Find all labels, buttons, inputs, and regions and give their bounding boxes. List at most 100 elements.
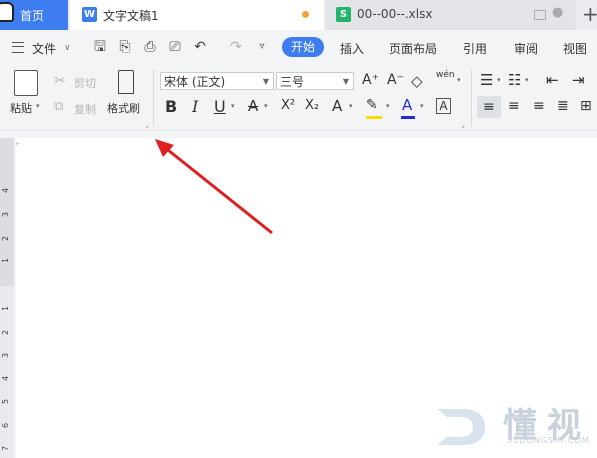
writer-doc-icon: W: [82, 7, 97, 22]
menu-bar: 文件 ∨ 🖫 ⎘ ⎙ ⎚ ↶ ↷ ▿ 开始 插入 页面布局 引用 审阅 视图: [0, 32, 597, 62]
menu-file[interactable]: 文件: [32, 40, 56, 57]
clipboard-launcher-icon[interactable]: ⌟: [145, 120, 149, 129]
ruler-number: 1: [1, 305, 11, 312]
align-left-icon: ≡: [483, 99, 495, 115]
font-size-value: 三号: [280, 75, 305, 89]
font-color-bar: [401, 116, 415, 119]
ruler-number: 2: [1, 235, 11, 242]
chevron-down-icon[interactable]: ▾: [497, 76, 501, 84]
new-tab-button[interactable]: +: [582, 2, 597, 26]
cut-button[interactable]: 剪切: [74, 75, 96, 91]
chevron-down-icon[interactable]: ▾: [349, 102, 353, 110]
chevron-down-icon[interactable]: ▾: [264, 102, 268, 110]
chevron-down-icon[interactable]: ▾: [525, 76, 529, 84]
clear-format-icon[interactable]: ◇: [411, 72, 423, 90]
ruler-number: 2: [1, 329, 11, 336]
font-color-button[interactable]: A: [402, 96, 412, 114]
chevron-down-icon[interactable]: ▾: [386, 102, 390, 110]
chevron-down-icon[interactable]: ▾: [457, 76, 461, 84]
divider: [153, 70, 154, 126]
superscript-button[interactable]: X²: [281, 98, 295, 113]
align-center-icon[interactable]: ≡: [508, 98, 520, 114]
more-arrow-icon[interactable]: ▿: [254, 39, 270, 55]
redo-icon[interactable]: ↷: [228, 39, 244, 55]
strikethrough-button[interactable]: A: [248, 97, 258, 115]
phonetic-guide-button[interactable]: wén: [436, 70, 455, 80]
chevron-down-icon[interactable]: ∨: [64, 43, 71, 53]
copy-button[interactable]: 复制: [74, 101, 96, 117]
text-effect-button[interactable]: A: [332, 97, 342, 115]
font-launcher-icon[interactable]: ⌟: [461, 120, 465, 129]
menu-references[interactable]: 引用: [463, 40, 487, 57]
increase-indent-icon[interactable]: ⇥: [572, 71, 585, 89]
chevron-down-icon: ▼: [342, 77, 349, 86]
ruler-number: 6: [1, 422, 11, 429]
menu-review[interactable]: 审阅: [514, 40, 538, 57]
menu-insert[interactable]: 插入: [340, 40, 364, 57]
spreadsheet-icon: S: [336, 7, 351, 22]
copy-icon[interactable]: ⧉: [54, 99, 63, 114]
ruler-number: 3: [1, 352, 11, 359]
subscript-button[interactable]: X₂: [305, 98, 319, 113]
hand-cursor-icon: [0, 2, 14, 22]
numbered-list-icon[interactable]: ☷: [508, 71, 521, 89]
ruler-number: 3: [1, 211, 11, 218]
decrease-indent-icon[interactable]: ⇤: [546, 71, 559, 89]
margin-corner-icon: ⌜: [16, 142, 20, 151]
tab-home-label: 首页: [20, 9, 45, 23]
clipboard-icon[interactable]: [14, 70, 38, 96]
char-border-button[interactable]: A: [436, 98, 451, 114]
menu-page-layout[interactable]: 页面布局: [389, 40, 437, 57]
shrink-font-button[interactable]: A⁻: [387, 72, 404, 88]
ribbon: 粘贴 ▾ ✂ 剪切 ⧉ 复制 格式刷 ⌟ 宋体 (正文) ▼ 三号 ▼ A⁺ A…: [0, 62, 597, 131]
distribute-icon[interactable]: ⊞: [580, 98, 592, 114]
menu-view[interactable]: 视图: [563, 40, 587, 57]
format-painter-button[interactable]: 格式刷: [107, 100, 140, 116]
bullet-list-icon[interactable]: ☰: [480, 71, 493, 89]
hamburger-menu-icon[interactable]: [12, 42, 24, 53]
align-right-icon[interactable]: ≡: [533, 98, 545, 114]
highlight-color-bar: [366, 116, 382, 119]
watermark-logo-icon: [437, 409, 485, 445]
format-painter-icon[interactable]: [118, 70, 134, 94]
divider: [471, 70, 472, 126]
align-left-button[interactable]: ≡: [477, 96, 501, 118]
ruler-number: 4: [1, 187, 11, 194]
print-icon[interactable]: ⎙: [142, 39, 158, 55]
bold-button[interactable]: B: [165, 97, 177, 116]
highlighter-icon[interactable]: ✎: [366, 97, 378, 113]
tab-document[interactable]: W 文字文稿1: [70, 0, 324, 30]
watermark-subtext: 51DONGSHI.COM: [507, 436, 590, 445]
export-icon[interactable]: ⎘: [117, 39, 133, 55]
tab-start[interactable]: 开始: [282, 37, 324, 57]
chevron-down-icon: ▼: [262, 77, 269, 86]
tab-spreadsheet-label: 00--00--.xlsx: [357, 7, 433, 21]
ruler-number: 7: [1, 445, 11, 452]
paste-dropdown-icon[interactable]: ▾: [36, 102, 40, 110]
font-size-select[interactable]: 三号 ▼: [276, 72, 354, 90]
scissors-icon[interactable]: ✂: [54, 73, 66, 89]
ruler-number: 4: [1, 375, 11, 382]
ruler-number: 5: [1, 398, 11, 405]
close-tab-icon[interactable]: ●: [552, 5, 563, 20]
paste-button[interactable]: 粘贴: [10, 100, 32, 116]
tab-document-label: 文字文稿1: [103, 9, 159, 23]
save-icon[interactable]: 🖫: [92, 39, 108, 55]
unsaved-dot-icon: [302, 11, 309, 18]
tab-bar: 首页 W 文字文稿1 S 00--00--.xlsx ● +: [0, 0, 597, 30]
vertical-ruler: 4 3 2 1 1 2 3 4 5 6 7: [0, 138, 14, 458]
italic-button[interactable]: I: [192, 97, 198, 116]
undo-icon[interactable]: ↶: [192, 39, 208, 55]
tab-home[interactable]: 首页: [0, 0, 68, 30]
print-preview-icon[interactable]: ⎚: [167, 39, 183, 55]
justify-icon[interactable]: ≣: [557, 98, 569, 114]
underline-button[interactable]: U: [214, 97, 226, 116]
ruler-number: 1: [1, 257, 11, 264]
window-icon[interactable]: [534, 10, 546, 20]
chevron-down-icon[interactable]: ▾: [231, 102, 235, 110]
chevron-down-icon[interactable]: ▾: [420, 102, 424, 110]
grow-font-button[interactable]: A⁺: [362, 72, 379, 88]
tab-spreadsheet[interactable]: S 00--00--.xlsx ●: [326, 0, 576, 30]
font-name-select[interactable]: 宋体 (正文) ▼: [160, 72, 274, 90]
font-name-value: 宋体 (正文): [164, 75, 226, 89]
